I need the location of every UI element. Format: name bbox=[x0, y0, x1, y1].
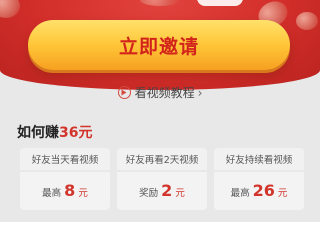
reward-value: 26 bbox=[252, 181, 275, 200]
invite-page: 立即邀请 看视频教程 › 如何赚36元 好友当天看视频 最高 8 元 好友再看2… bbox=[0, 0, 320, 240]
video-tutorial-label: 看视频教程 bbox=[134, 86, 195, 100]
reward-condition: 好友当天看视频 bbox=[20, 148, 110, 170]
earn-total-amount: 36元 bbox=[59, 125, 93, 141]
reward-card: 好友当天看视频 最高 8 元 bbox=[20, 148, 110, 210]
video-tutorial-link[interactable]: 看视频教程 › bbox=[0, 84, 320, 101]
invite-button-label: 立即邀请 bbox=[118, 35, 199, 58]
bottom-area bbox=[0, 222, 320, 240]
reward-card: 好友再看2天视频 奖励 2 元 bbox=[117, 148, 207, 210]
reward-condition: 好友持续看视频 bbox=[214, 148, 304, 170]
reward-value: 8 bbox=[64, 181, 76, 200]
how-to-earn-label: 如何赚 bbox=[17, 125, 59, 141]
reward-prefix: 最高 bbox=[230, 188, 250, 199]
reward-prefix: 奖励 bbox=[139, 188, 159, 199]
reward-unit: 元 bbox=[175, 188, 185, 199]
reward-condition: 好友再看2天视频 bbox=[117, 148, 207, 170]
reward-unit: 元 bbox=[78, 188, 88, 199]
reward-card: 好友持续看视频 最高 26 元 bbox=[214, 148, 304, 210]
reward-prefix: 最高 bbox=[42, 188, 62, 199]
reward-value: 2 bbox=[161, 181, 173, 200]
how-to-earn-title: 如何赚36元 bbox=[17, 122, 92, 142]
glow-decoration bbox=[140, 0, 180, 6]
chevron-right-icon: › bbox=[197, 85, 203, 100]
reward-unit: 元 bbox=[277, 188, 288, 199]
reward-amount: 最高 8 元 bbox=[20, 172, 110, 210]
reward-cards: 好友当天看视频 最高 8 元 好友再看2天视频 奖励 2 元 好友持续看视频 最… bbox=[20, 148, 304, 210]
play-circle-icon bbox=[117, 86, 131, 99]
top-tab-edge bbox=[197, 0, 243, 6]
reward-amount: 最高 26 元 bbox=[214, 172, 304, 210]
reward-amount: 奖励 2 元 bbox=[117, 172, 207, 210]
invite-button[interactable]: 立即邀请 bbox=[28, 20, 290, 70]
coin-decoration bbox=[296, 12, 318, 30]
coin-decoration bbox=[0, 0, 20, 18]
